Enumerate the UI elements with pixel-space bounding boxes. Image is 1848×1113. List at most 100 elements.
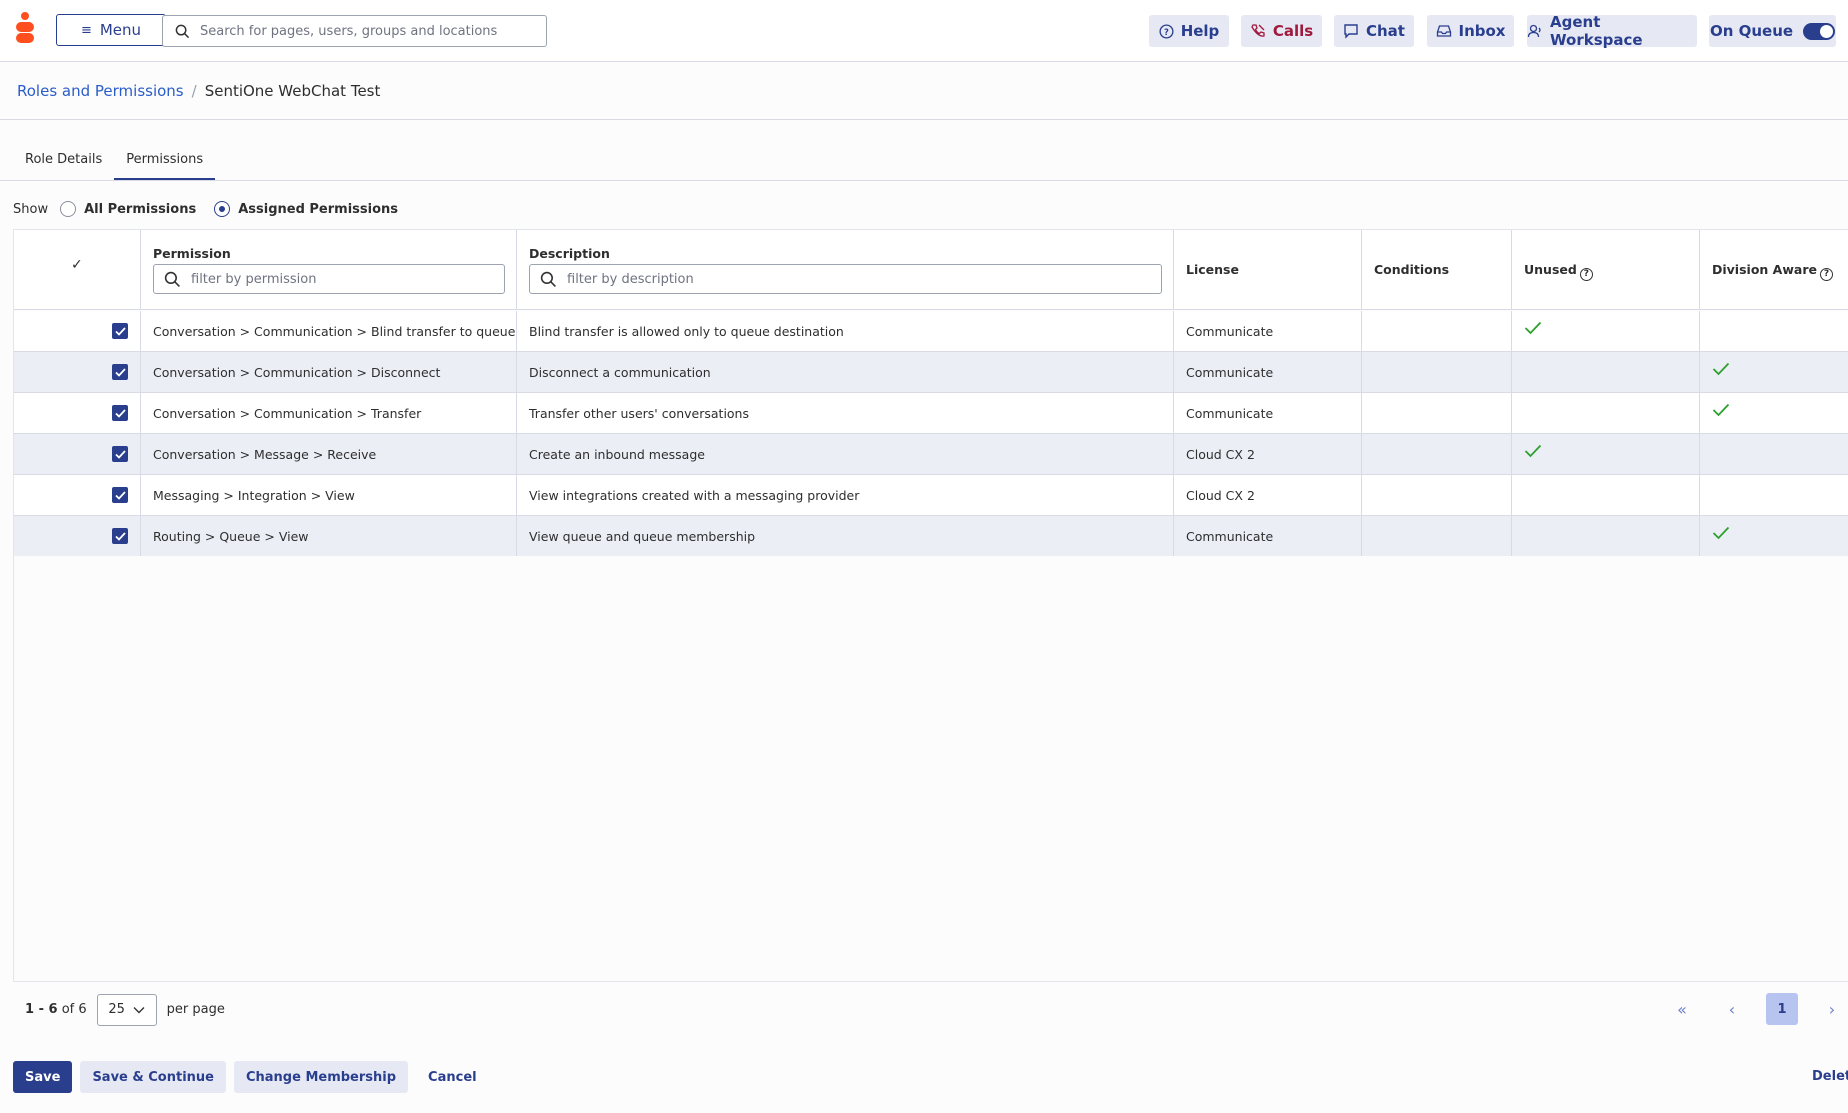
description-cell: Transfer other users' conversations (517, 393, 1174, 433)
menu-button[interactable]: ≡ Menu (56, 14, 166, 46)
conditions-cell (1362, 475, 1512, 515)
breadcrumb-roles-and-permissions-link[interactable]: Roles and Permissions (17, 82, 184, 100)
table-row[interactable]: Messaging > Integration > View View integ… (14, 475, 1848, 516)
radio-all-permissions-label[interactable]: All Permissions (84, 202, 196, 217)
division-aware-cell (1700, 393, 1848, 433)
search-icon (164, 271, 180, 287)
table-row[interactable]: Conversation > Communication > Transfer T… (14, 393, 1848, 434)
help-circle-icon[interactable]: ? (1579, 268, 1593, 281)
permission-cell-text: Conversation > Communication > Blind tra… (153, 323, 516, 339)
row-select-cell (14, 475, 141, 515)
row-checkbox[interactable] (112, 364, 128, 380)
tab-permissions[interactable]: Permissions (114, 148, 216, 180)
help-circle-icon[interactable]: ? (1819, 268, 1833, 281)
license-cell: Communicate (1174, 352, 1362, 392)
first-page-icon[interactable]: « (1666, 993, 1698, 1025)
breadcrumb: Roles and Permissions / SentiOne WebChat… (17, 82, 380, 100)
description-cell: Blind transfer is allowed only to queue … (517, 311, 1174, 351)
top-navigation-bar: ≡ Menu ? Help Calls Chat Inbox Agent Wor… (0, 0, 1848, 62)
show-label: Show (13, 201, 49, 217)
pagination-summary: 1 - 6 of 6 (25, 1002, 87, 1017)
conditions-column-header: Conditions (1362, 230, 1512, 309)
help-circle-icon: ? (1159, 23, 1174, 39)
permission-cell: Conversation > Communication > Blind tra… (141, 311, 517, 351)
search-icon (175, 24, 190, 38)
conditions-cell (1362, 516, 1512, 556)
row-checkbox[interactable] (112, 528, 128, 544)
row-checkbox[interactable] (112, 446, 128, 462)
permission-column-header: Permission (141, 230, 517, 309)
conditions-header-label[interactable]: Conditions (1374, 262, 1449, 277)
division-aware-cell (1700, 311, 1848, 351)
select-column-header[interactable]: ✓ (14, 230, 141, 309)
description-cell: Create an inbound message (517, 434, 1174, 474)
inbox-button[interactable]: Inbox (1427, 15, 1514, 47)
table-row[interactable]: Conversation > Communication > Blind tra… (14, 311, 1848, 352)
row-checkbox[interactable] (112, 405, 128, 421)
table-row[interactable]: Conversation > Message > Receive Create a… (14, 434, 1848, 475)
per-page-select[interactable]: 25 (96, 993, 157, 1026)
tab-role-details[interactable]: Role Details (13, 148, 114, 180)
permission-cell-text: Conversation > Communication > Transfer (153, 405, 422, 421)
next-page-icon[interactable]: › (1816, 993, 1848, 1025)
permission-cell-text: Conversation > Message > Receive (153, 446, 377, 462)
on-queue-label: On Queue (1709, 22, 1794, 40)
check-icon (1712, 526, 1730, 543)
help-button[interactable]: ? Help (1149, 15, 1229, 47)
license-column-header: License (1174, 230, 1362, 309)
license-cell: Communicate (1174, 516, 1362, 556)
row-checkbox[interactable] (112, 487, 128, 503)
select-all-checkmark-icon[interactable]: ✓ (71, 257, 83, 273)
page-button-current[interactable]: 1 (1766, 993, 1798, 1025)
permission-cell: Conversation > Message > Receive (141, 434, 517, 474)
save-button[interactable]: Save (13, 1061, 73, 1093)
check-icon (1524, 321, 1542, 338)
cancel-button[interactable]: Cancel (416, 1061, 489, 1093)
calls-label: Calls (1272, 22, 1314, 40)
change-membership-button[interactable]: Change Membership (233, 1061, 409, 1093)
global-search-input[interactable] (200, 23, 546, 39)
global-search[interactable] (162, 15, 547, 47)
conditions-cell (1362, 352, 1512, 392)
description-filter-input[interactable] (567, 271, 1161, 287)
row-select-cell (14, 393, 141, 433)
menu-button-label: Menu (99, 21, 142, 39)
delete-button[interactable]: Delete (1812, 1069, 1848, 1084)
license-cell-text: Cloud CX 2 (1186, 487, 1255, 503)
chat-button[interactable]: Chat (1334, 15, 1414, 47)
description-filter[interactable] (529, 264, 1162, 294)
license-header-label[interactable]: License (1186, 262, 1239, 277)
on-queue-toggle-button[interactable]: On Queue (1709, 15, 1836, 47)
permission-cell-text: Messaging > Integration > View (153, 487, 355, 503)
breadcrumb-separator: / (191, 82, 197, 100)
radio-assigned-permissions[interactable] (214, 201, 231, 217)
description-cell-text: View integrations created with a messagi… (529, 487, 860, 503)
description-header-label[interactable]: Description (529, 246, 610, 261)
unused-header-label[interactable]: Unused (1524, 262, 1577, 277)
permission-header-label[interactable]: Permission (153, 246, 231, 261)
on-queue-toggle-switch[interactable] (1803, 22, 1836, 40)
agent-workspace-button[interactable]: Agent Workspace (1527, 13, 1697, 49)
permission-filter-input[interactable] (191, 271, 504, 287)
division-aware-header-label[interactable]: Division Aware (1712, 262, 1817, 277)
previous-page-icon[interactable]: ‹ (1716, 993, 1748, 1025)
unused-cell (1512, 434, 1700, 474)
description-cell-text: Disconnect a communication (529, 364, 711, 380)
table-row[interactable]: Conversation > Communication > Disconnec… (14, 352, 1848, 393)
search-icon (540, 271, 556, 287)
radio-all-permissions[interactable] (60, 201, 77, 217)
permission-filter[interactable] (153, 264, 505, 294)
description-cell-text: Create an inbound message (529, 446, 705, 462)
save-and-continue-button[interactable]: Save & Continue (80, 1061, 226, 1093)
agent-headset-icon (1527, 24, 1541, 38)
row-checkbox[interactable] (112, 323, 128, 339)
unused-column-header: Unused? (1512, 230, 1700, 309)
division-aware-cell (1700, 475, 1848, 515)
table-row[interactable]: Routing > Queue > View View queue and que… (14, 516, 1848, 557)
genesys-logo-icon[interactable] (14, 12, 42, 46)
inbox-tray-icon (1436, 25, 1451, 37)
radio-assigned-permissions-label[interactable]: Assigned Permissions (238, 202, 398, 217)
agent-workspace-label: Agent Workspace (1550, 13, 1643, 49)
calls-button[interactable]: Calls (1241, 15, 1322, 47)
help-label: Help (1180, 22, 1220, 40)
